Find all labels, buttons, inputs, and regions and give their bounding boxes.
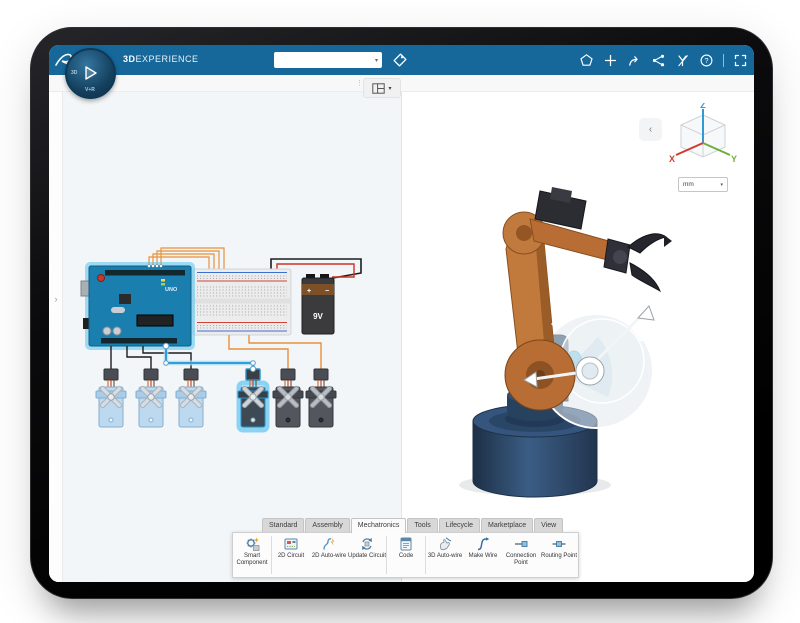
routing-point-icon <box>552 541 566 547</box>
tab-standard[interactable]: Standard <box>262 518 305 532</box>
tablet-frame: 3D V+R 3DEXPERIENCE ▾ ? ⋮ ▾ › + − 9V UNO… <box>30 27 773 599</box>
header-actions: ? <box>579 45 748 75</box>
2d-circuit-button[interactable]: 2D Circuit <box>272 533 310 577</box>
search-box[interactable]: ▾ <box>274 52 382 68</box>
tool-label: Update Circuit <box>348 553 387 559</box>
3d-autowire-button[interactable]: 3D Auto-wire <box>426 533 464 577</box>
connection-point-button[interactable]: Connection Point <box>502 533 540 577</box>
header-divider <box>723 53 724 67</box>
units-caret: ▾ <box>720 181 723 188</box>
tab-view[interactable]: View <box>534 518 564 532</box>
smart-component-button[interactable]: Smart Component <box>233 533 271 577</box>
smart-component-icon <box>246 537 260 551</box>
svg-text:Y: Y <box>731 154 737 164</box>
ribbon-tabs: Standard Assembly Mechatronics Tools Lif… <box>262 518 579 533</box>
collapse-panel-chevron[interactable]: ‹ <box>639 118 662 141</box>
tab-tools[interactable]: Tools <box>407 518 438 532</box>
tool-label: Make Wire <box>468 553 498 559</box>
tab-marketplace[interactable]: Marketplace <box>480 518 534 532</box>
expand-panel-chevron[interactable]: › <box>51 291 61 307</box>
arduino-board[interactable]: UNO <box>80 262 195 350</box>
servo-motor[interactable] <box>135 368 167 428</box>
robot-gripper[interactable] <box>603 233 672 293</box>
tool-label: 3D Auto-wire <box>427 553 463 559</box>
3d-autowire-icon <box>439 537 452 551</box>
code-icon <box>400 537 412 551</box>
circuit-canvas[interactable]: + − 9V UNO <box>49 91 401 582</box>
compass-play-icon <box>85 66 97 80</box>
tool-label: Connection Point <box>505 553 537 566</box>
top-bar: 3D V+R 3DEXPERIENCE ▾ ? <box>49 45 754 99</box>
3d-view-panel[interactable]: ‹ Z X Y mm ▾ <box>402 91 754 582</box>
units-dropdown[interactable]: mm ▾ <box>678 177 728 192</box>
share-arrow-icon[interactable] <box>627 53 642 68</box>
2d-autowire-button[interactable]: 2D Auto-wire <box>310 533 348 577</box>
svg-text:X: X <box>669 154 675 164</box>
fullscreen-icon[interactable] <box>733 53 748 68</box>
app-screen: 3D V+R 3DEXPERIENCE ▾ ? ⋮ ▾ › + − 9V UNO… <box>49 45 754 582</box>
3dexperience-compass[interactable]: 3D V+R <box>65 48 116 99</box>
tool-label: Routing Point <box>540 553 578 559</box>
tool-label: Code <box>398 553 414 559</box>
2d-circuit-icon <box>284 538 298 550</box>
compass-quadrant-label: V+R <box>85 87 95 93</box>
servo-motor[interactable] <box>272 368 304 428</box>
code-button[interactable]: Code <box>387 533 425 577</box>
battery-9v[interactable]: + − 9V <box>301 274 335 335</box>
layout-caret: ▾ <box>388 85 392 92</box>
layout-split-button[interactable]: ▾ <box>363 78 401 98</box>
servo-motor[interactable] <box>305 368 337 428</box>
tool-label: 2D Auto-wire <box>311 553 347 559</box>
svg-text:9V: 9V <box>313 312 323 321</box>
svg-text:UNO: UNO <box>165 287 178 293</box>
compass-quadrant-label: 3D <box>71 70 78 76</box>
action-bar: Standard Assembly Mechatronics Tools Lif… <box>232 518 579 578</box>
servo-motor-selected[interactable] <box>236 365 270 433</box>
make-wire-icon <box>477 537 490 551</box>
search-input[interactable] <box>274 56 375 64</box>
view-strip <box>49 75 754 92</box>
svg-text:−: − <box>325 288 329 295</box>
breadboard[interactable] <box>192 268 292 336</box>
y-slash-icon[interactable] <box>675 53 690 68</box>
tab-assembly[interactable]: Assembly <box>305 518 350 532</box>
servo-motor[interactable] <box>95 368 127 428</box>
make-wire-button[interactable]: Make Wire <box>464 533 502 577</box>
servo-motor[interactable] <box>175 368 207 428</box>
chat-bubble-icon[interactable] <box>579 53 594 68</box>
tag-icon[interactable] <box>392 52 408 68</box>
tool-label: 2D Circuit <box>277 553 305 559</box>
update-circuit-icon <box>362 537 372 551</box>
page-background: 3D V+R 3DEXPERIENCE ▾ ? ⋮ ▾ › + − 9V UNO… <box>0 0 800 623</box>
svg-text:Z: Z <box>700 103 706 110</box>
split-view-icon <box>372 82 386 94</box>
2d-autowire-icon <box>323 538 335 550</box>
update-circuit-button[interactable]: Update Circuit <box>348 533 386 577</box>
tab-lifecycle[interactable]: Lifecycle <box>438 518 480 532</box>
svg-text:+: + <box>307 288 311 295</box>
tool-label: Smart Component <box>236 553 268 566</box>
tab-mechatronics[interactable]: Mechatronics <box>350 518 407 533</box>
help-icon[interactable]: ? <box>699 53 714 68</box>
circuit-panel[interactable]: › + − 9V UNO <box>49 91 402 582</box>
brand-title: 3DEXPERIENCE <box>123 54 199 64</box>
drag-handle-dots-icon[interactable]: ⋮ <box>356 80 363 87</box>
workspace: › + − 9V UNO ‹ Z X Y mm ▾ <box>49 91 754 582</box>
ribbon-toolbar: Smart Component 2D Circuit 2D Auto-wire … <box>232 532 579 578</box>
view-cube[interactable]: Z X Y <box>667 103 739 183</box>
search-dropdown-caret[interactable]: ▾ <box>375 57 382 64</box>
routing-point-button[interactable]: Routing Point <box>540 533 578 577</box>
share-network-icon[interactable] <box>651 53 666 68</box>
svg-text:?: ? <box>704 56 708 65</box>
add-icon[interactable] <box>603 53 618 68</box>
units-value: mm <box>683 181 694 188</box>
connection-point-icon <box>515 541 528 547</box>
